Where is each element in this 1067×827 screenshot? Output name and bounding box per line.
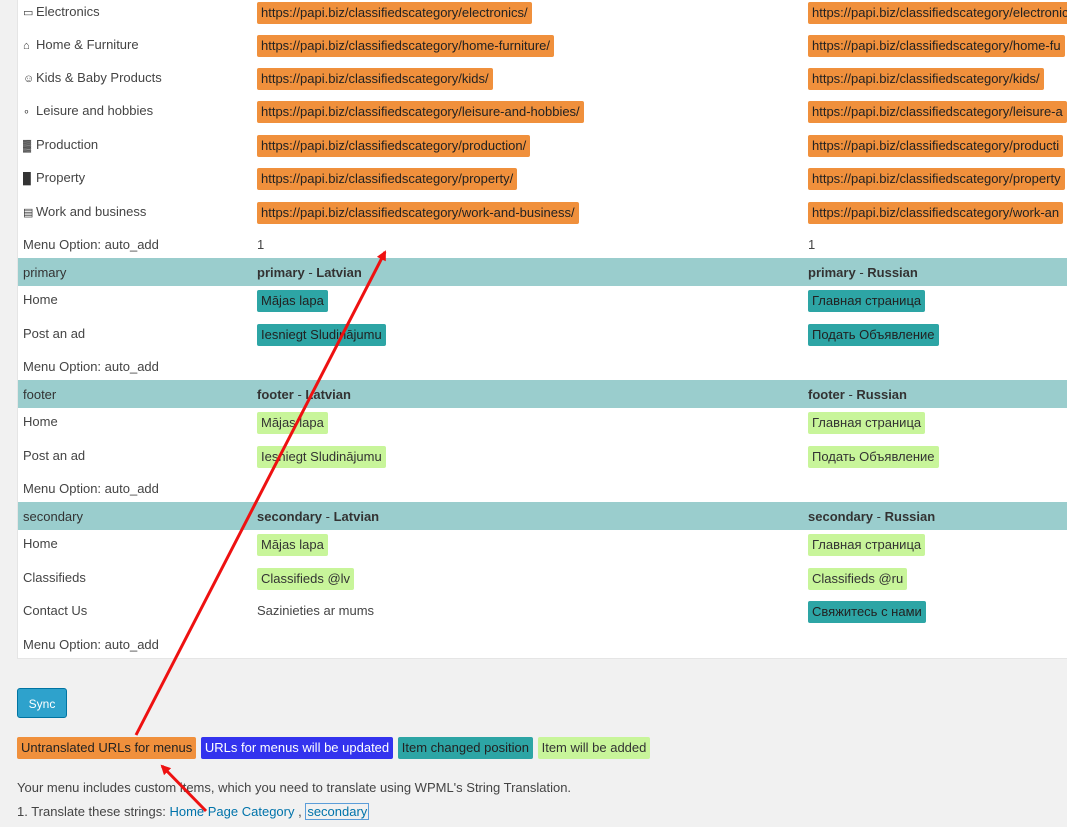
menu-header-secondary: secondary secondary - Latvian secondary …	[18, 502, 1067, 530]
building-icon: █	[23, 173, 31, 185]
untranslated-url-ru: https://papi.biz/classifiedscategory/kid…	[808, 68, 1044, 90]
untranslated-url-lv: https://papi.biz/classifiedscategory/hom…	[257, 35, 555, 57]
legend: Untranslated URLs for menus URLs for men…	[17, 737, 651, 759]
translate-strings: 1. Translate these strings: Home Page Ca…	[17, 803, 370, 820]
untranslated-url-ru: https://papi.biz/classifiedscategory/hom…	[808, 35, 1065, 57]
changed-item-lv: Mājas lapa	[257, 290, 328, 312]
menu-title-lv: secondary - Latvian	[257, 509, 380, 524]
legend-added: Item will be added	[537, 737, 651, 759]
legend-updated: URLs for menus will be updated	[200, 737, 394, 759]
added-item-ru: Главная страница	[808, 412, 926, 434]
untranslated-url-lv: https://papi.biz/classifiedscategory/wor…	[257, 202, 579, 224]
changed-item-ru: Главная страница	[808, 290, 926, 312]
item-label: Classifieds	[23, 570, 86, 585]
item-label: Contact Us	[23, 603, 88, 618]
item-label: Home	[23, 414, 58, 429]
item-label: Electronics	[36, 4, 100, 19]
string-link-secondary[interactable]: secondary	[305, 803, 370, 820]
option-label: Menu Option: auto_add	[23, 637, 159, 652]
item-label: Leisure and hobbies	[36, 103, 154, 118]
untranslated-url-ru: https://papi.biz/classifiedscategory/ele…	[808, 2, 1067, 24]
added-item-lv: Mājas lapa	[257, 534, 328, 556]
option-value-ru: 1	[808, 237, 816, 252]
menu-name: footer	[23, 387, 57, 402]
added-item-ru: Подать Объявление	[808, 446, 939, 468]
item-label: Post an ad	[23, 448, 86, 463]
string-link-home-page-category[interactable]: Home Page Category	[169, 804, 294, 819]
option-label: Menu Option: auto_add	[23, 237, 159, 252]
menu-title-ru: footer - Russian	[808, 387, 907, 402]
legend-changed: Item changed position	[397, 737, 533, 759]
untranslated-url-ru: https://papi.biz/classifiedscategory/pro…	[808, 135, 1064, 157]
item-label: Home	[23, 536, 58, 551]
item-label: Work and business	[36, 204, 147, 219]
untranslated-url-ru: https://papi.biz/classifiedscategory/lei…	[808, 101, 1067, 123]
item-label: Post an ad	[23, 326, 86, 341]
changed-item-lv: Iesniegt Sludinājumu	[257, 324, 386, 346]
added-item-lv: Classifieds @lv	[257, 568, 355, 590]
option-label: Menu Option: auto_add	[23, 481, 159, 496]
added-item-lv: Iesniegt Sludinājumu	[257, 446, 386, 468]
changed-item-ru: Подать Объявление	[808, 324, 939, 346]
untranslated-url-ru: https://papi.biz/classifiedscategory/pro…	[808, 168, 1065, 190]
untranslated-url-lv: https://papi.biz/classifiedscategory/pro…	[257, 168, 518, 190]
menu-title-ru: secondary - Russian	[808, 509, 936, 524]
option-value-lv: 1	[257, 237, 265, 252]
strings-prefix: 1. Translate these strings:	[17, 804, 170, 819]
added-item-ru: Classifieds @ru	[808, 568, 908, 590]
custom-items-note: Your menu includes custom items, which y…	[17, 780, 572, 795]
sync-button[interactable]: Sync	[17, 688, 67, 718]
bicycle-icon: ∘	[23, 106, 30, 118]
menu-header-primary: primary primary - Latvian primary - Russ…	[18, 258, 1067, 286]
strings-comma: ,	[294, 804, 306, 819]
changed-item-ru: Свяжитесь с нами	[808, 601, 926, 623]
smile-icon: ☺	[23, 73, 35, 85]
untranslated-url-lv: https://papi.biz/classifiedscategory/lei…	[257, 101, 584, 123]
menu-name: primary	[23, 265, 67, 280]
option-label: Menu Option: auto_add	[23, 359, 159, 374]
untranslated-url-lv: https://papi.biz/classifiedscategory/ele…	[257, 2, 532, 24]
item-text-lv: Sazinieties ar mums	[257, 603, 375, 618]
menu-header-footer: footer footer - Latvian footer - Russian	[18, 380, 1067, 408]
added-item-ru: Главная страница	[808, 534, 926, 556]
untranslated-url-lv: https://papi.biz/classifiedscategory/kid…	[257, 68, 493, 90]
menu-sync-table: ▭ Electronics https://papi.biz/classified…	[17, 0, 1067, 659]
item-label: Production	[36, 137, 99, 152]
laptop-icon: ▭	[23, 7, 34, 19]
briefcase-icon: ▤	[23, 207, 34, 219]
added-item-lv: Mājas lapa	[257, 412, 328, 434]
menu-title-lv: primary - Latvian	[257, 265, 362, 280]
item-label: Home & Furniture	[36, 37, 139, 52]
item-label: Home	[23, 292, 58, 307]
home-icon: ⌂	[23, 40, 30, 52]
untranslated-url-lv: https://papi.biz/classifiedscategory/pro…	[257, 135, 531, 157]
item-label: Kids & Baby Products	[36, 70, 162, 85]
menu-name: secondary	[23, 509, 83, 524]
item-label: Property	[36, 170, 86, 185]
menu-title-lv: footer - Latvian	[257, 387, 351, 402]
untranslated-url-ru: https://papi.biz/classifiedscategory/wor…	[808, 202, 1064, 224]
factory-icon: ▓	[23, 140, 32, 152]
menu-title-ru: primary - Russian	[808, 265, 918, 280]
legend-untranslated: Untranslated URLs for menus	[17, 737, 197, 759]
